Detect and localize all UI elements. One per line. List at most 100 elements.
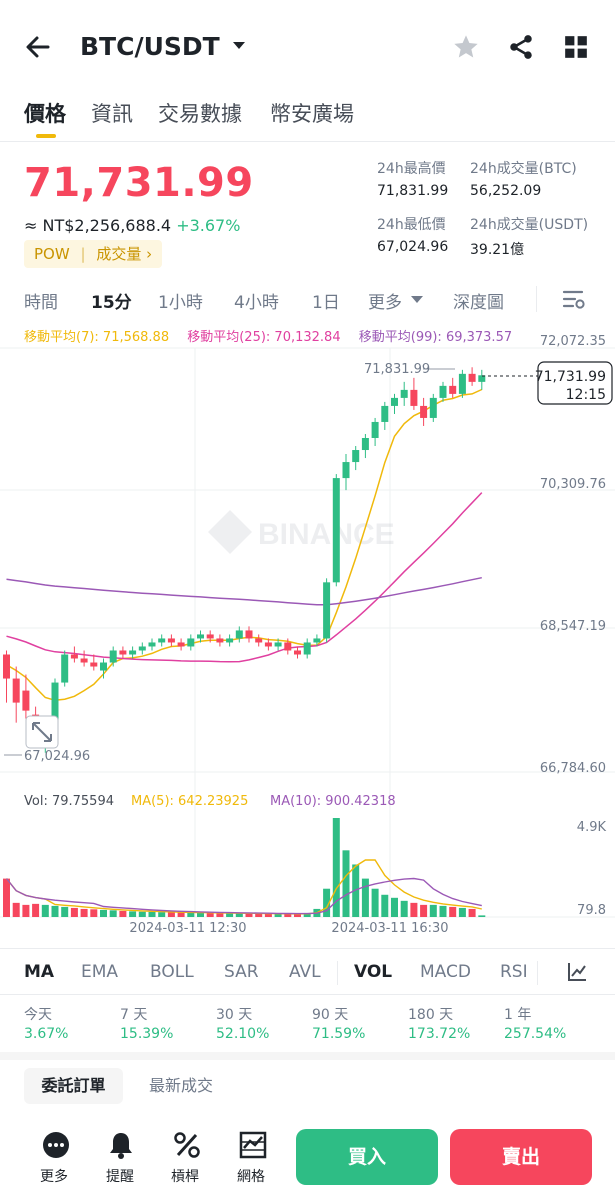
candle-body <box>167 638 175 643</box>
grid-bot-icon[interactable] <box>238 1130 268 1160</box>
volume-bar <box>70 907 78 917</box>
ind-boll[interactable]: BOLL <box>150 962 194 982</box>
volume-bar <box>100 909 107 917</box>
low-label: 24h最低價 <box>377 217 446 233</box>
tab-open-orders[interactable]: 委託訂單 <box>24 1068 123 1104</box>
bell-icon[interactable] <box>106 1130 136 1160</box>
tab-info[interactable]: 資訊 <box>91 98 133 128</box>
caret-down-icon[interactable] <box>231 40 247 52</box>
tf-1h[interactable]: 1小時 <box>158 288 203 313</box>
indicator-bar: MA EMA BOLL SAR AVL VOL MACD RSI <box>0 948 615 994</box>
volume-bar <box>206 912 214 917</box>
pair-title[interactable]: BTC/USDT <box>80 32 220 61</box>
tf-1d[interactable]: 1日 <box>312 288 340 313</box>
volume-bar <box>167 912 175 917</box>
svg-text:BINANCE: BINANCE <box>258 518 395 551</box>
candle-body <box>22 690 30 711</box>
candle-body <box>12 678 20 703</box>
ind-vol[interactable]: VOL <box>354 962 392 982</box>
candle-body <box>420 405 428 418</box>
tf-time[interactable]: 時間 <box>24 288 58 313</box>
back-arrow-icon[interactable] <box>24 33 52 61</box>
volume-bar <box>410 902 418 917</box>
volume-tag[interactable]: POW | 成交量 › <box>24 240 163 268</box>
volume-bar <box>158 912 166 917</box>
countdown-label: 12:15 <box>566 387 606 403</box>
tab-latest-trades[interactable]: 最新成交 <box>149 1068 213 1104</box>
ind-rsi[interactable]: RSI <box>500 962 528 982</box>
candle-body <box>206 634 214 639</box>
candle-body <box>129 650 137 655</box>
volume-bar <box>400 900 408 917</box>
volume-bar <box>342 850 350 917</box>
candle-body <box>255 638 263 643</box>
volume-bar <box>3 878 10 917</box>
y-tick: 66,784.60 <box>540 761 606 776</box>
volume-bar <box>420 904 428 917</box>
tf-4h[interactable]: 4小時 <box>234 288 279 313</box>
volume-bar <box>32 903 40 917</box>
price-chart[interactable]: BINANCE 72,072.35 70,309.76 68,547.19 66… <box>0 320 615 948</box>
vol-btc-value: 56,252.09 <box>470 183 542 199</box>
sell-button[interactable]: 賣出 <box>450 1129 592 1185</box>
candle-body <box>294 650 301 655</box>
volume-bar <box>80 908 88 917</box>
perf-label: 7 天 <box>120 1007 148 1023</box>
more-label[interactable]: 更多 <box>40 1166 68 1186</box>
candle-body <box>410 389 418 406</box>
chart-settings-icon[interactable] <box>562 289 586 311</box>
volume-bar <box>119 910 127 917</box>
candle-body <box>90 662 98 667</box>
tf-15m[interactable]: 15分 <box>91 288 132 313</box>
tab-trading-data[interactable]: 交易數據 <box>158 98 242 128</box>
candle-body <box>284 642 292 651</box>
perf-label: 90 天 <box>312 1007 349 1023</box>
volume-bar <box>439 905 447 917</box>
divider <box>536 286 537 312</box>
tf-depth[interactable]: 深度圖 <box>453 288 504 313</box>
share-icon[interactable] <box>507 33 535 61</box>
leverage-icon[interactable] <box>172 1130 202 1160</box>
fiat-price: ≈ NT$2,256,688.4 <box>24 216 172 235</box>
volume-bar <box>138 911 146 917</box>
alert-label[interactable]: 提醒 <box>106 1166 134 1186</box>
tab-square[interactable]: 幣安廣場 <box>270 98 354 128</box>
tab-price[interactable]: 價格 <box>24 98 66 128</box>
top-bar: BTC/USDT <box>0 0 615 92</box>
perf-value: 71.59% <box>312 1026 366 1042</box>
star-icon[interactable] <box>452 33 480 61</box>
ind-avl[interactable]: AVL <box>289 962 321 982</box>
candle-body <box>187 638 195 647</box>
tf-more[interactable]: 更多 <box>368 288 402 313</box>
ind-ema[interactable]: EMA <box>81 962 118 982</box>
more-caret-icon[interactable] <box>410 295 424 305</box>
ind-ma[interactable]: MA <box>24 962 54 982</box>
candle-body <box>313 638 321 643</box>
price-change: +3.67% <box>176 216 241 235</box>
buy-button[interactable]: 買入 <box>296 1129 438 1185</box>
high-value: 71,831.99 <box>377 183 449 199</box>
candle-body <box>332 478 340 583</box>
expand-icon[interactable] <box>25 715 59 749</box>
candle-body <box>148 642 156 647</box>
perf-label: 1 年 <box>504 1007 532 1023</box>
vol-label: Vol: 79.75594 <box>24 794 114 809</box>
candle-body <box>400 389 408 398</box>
ma99-line <box>6 576 482 606</box>
y-tick: 72,072.35 <box>540 334 606 349</box>
more-icon[interactable] <box>41 1130 71 1160</box>
leverage-label[interactable]: 槓桿 <box>171 1166 199 1186</box>
indicator-settings-icon[interactable] <box>566 961 588 983</box>
volume-bar <box>361 878 369 917</box>
volume-bar <box>468 908 476 917</box>
candle-body <box>80 658 88 663</box>
grid-label[interactable]: 網格 <box>237 1166 265 1186</box>
volume-tag-label: 成交量 › <box>96 245 153 263</box>
ind-sar[interactable]: SAR <box>224 962 259 982</box>
candle-body <box>3 654 10 679</box>
grid-layout-icon[interactable] <box>563 34 589 60</box>
volume-bar <box>216 913 224 917</box>
perf-value: 15.39% <box>120 1026 174 1042</box>
active-tab-indicator <box>36 134 56 138</box>
ind-macd[interactable]: MACD <box>420 962 471 982</box>
